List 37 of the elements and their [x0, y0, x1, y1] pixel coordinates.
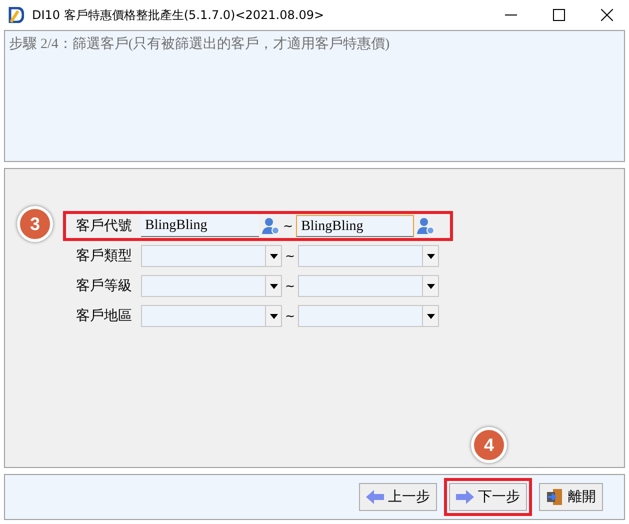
- range-separator: ~: [285, 308, 296, 325]
- exit-door-icon: [546, 488, 564, 506]
- dropdown-field[interactable]: [141, 275, 282, 297]
- caret-down-icon: [426, 254, 435, 258]
- caret-down-icon: [270, 314, 278, 318]
- text-field[interactable]: BlingBling: [141, 215, 259, 237]
- window-title: DI10 客戶特惠價格整批產生(5.1.7.0)<2021.08.09>: [32, 7, 324, 24]
- step-number-badge: 3: [17, 206, 53, 242]
- caret-down-icon: [426, 284, 435, 288]
- right-arrow-icon: [456, 490, 474, 504]
- app-logo-icon: [8, 7, 24, 23]
- caret-down-icon: [270, 254, 278, 258]
- step-text: 步驟 2/4：篩選客戶(只有被篩選出的客戶，才適用客戶特惠價): [9, 37, 390, 52]
- dropdown-field[interactable]: [141, 245, 282, 267]
- dropdown-field[interactable]: [298, 245, 440, 267]
- person-search-icon[interactable]: [262, 217, 280, 235]
- exit-button[interactable]: 離開: [539, 483, 603, 511]
- field-label: 客戶代號: [76, 216, 133, 236]
- text-field[interactable]: BlingBling: [296, 215, 414, 237]
- range-separator: ~: [283, 218, 294, 235]
- caret-down-icon: [426, 314, 435, 318]
- close-icon[interactable]: [601, 9, 613, 21]
- dropdown-field[interactable]: [298, 305, 440, 327]
- next-button[interactable]: 下一步: [449, 483, 527, 511]
- field-label: 客戶地區: [76, 306, 133, 326]
- field-label: 客戶等級: [76, 276, 133, 296]
- caret-down-icon: [270, 284, 278, 288]
- dropdown-field[interactable]: [298, 275, 440, 297]
- field-label: 客戶類型: [76, 246, 133, 266]
- range-separator: ~: [285, 248, 296, 265]
- dropdown-field[interactable]: [141, 305, 282, 327]
- maximize-icon[interactable]: [553, 9, 565, 21]
- person-search-icon[interactable]: [417, 217, 436, 235]
- step-number-badge: 4: [471, 427, 507, 463]
- left-arrow-icon: [366, 490, 384, 504]
- back-button[interactable]: 上一步: [359, 483, 437, 511]
- range-separator: ~: [285, 278, 296, 295]
